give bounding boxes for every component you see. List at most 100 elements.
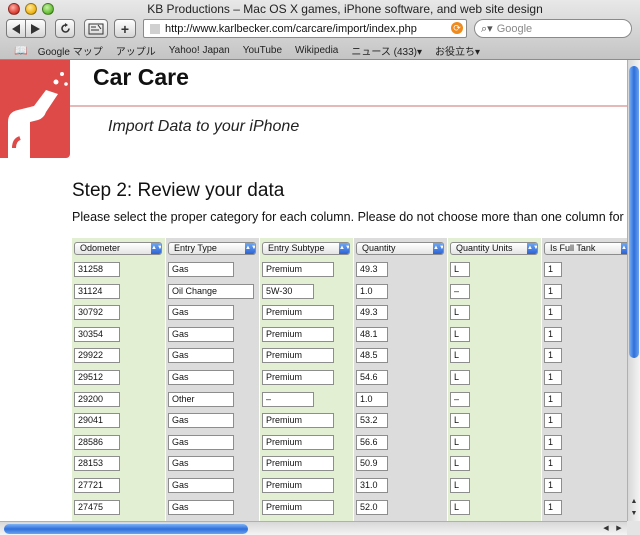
grid-cell-input[interactable]: 1 xyxy=(544,434,562,450)
horizontal-scroll-thumb[interactable] xyxy=(4,524,248,534)
grid-cell-input[interactable]: Gas xyxy=(168,370,234,385)
search-field[interactable]: ⌕▾ Google xyxy=(474,19,632,38)
bookmark-item[interactable]: アップル xyxy=(116,43,156,58)
grid-cell-input[interactable]: 31258 xyxy=(74,262,120,277)
grid-cell-input[interactable]: 1 xyxy=(544,456,562,472)
address-bar[interactable]: http://www.karlbecker.com/carcare/import… xyxy=(143,19,467,38)
bookmark-item[interactable]: Wikipedia xyxy=(295,45,338,56)
grid-cell-input[interactable]: Premium xyxy=(262,478,334,493)
grid-cell-input[interactable]: – xyxy=(262,391,314,407)
grid-cell-input[interactable]: 52.0 xyxy=(356,499,388,515)
scroll-down-button[interactable]: ▼ xyxy=(628,508,640,520)
grid-cell-input[interactable]: Gas xyxy=(168,456,234,472)
grid-cell-input[interactable]: Gas xyxy=(168,262,234,277)
horizontal-scrollbar[interactable]: ◀ ▶ xyxy=(0,521,627,535)
zoom-window-button[interactable] xyxy=(42,3,54,15)
grid-cell-input[interactable]: Gas xyxy=(168,434,234,450)
grid-cell-input[interactable]: L xyxy=(450,370,470,385)
grid-cell-input[interactable]: 29512 xyxy=(74,370,120,385)
grid-cell-input[interactable]: Premium xyxy=(262,348,334,364)
add-bookmark-button[interactable]: + xyxy=(114,19,136,38)
grid-cell-input[interactable]: Premium xyxy=(262,456,334,472)
grid-cell-input[interactable]: – xyxy=(450,391,470,407)
bookmarks-book-icon[interactable]: 📖 xyxy=(14,44,28,57)
grid-cell-input[interactable]: 27721 xyxy=(74,478,120,493)
grid-cell-input[interactable]: Oil Change xyxy=(168,283,254,299)
column-category-select[interactable]: Quantity ▲▼ xyxy=(356,242,444,255)
grid-cell-input[interactable]: 48.1 xyxy=(356,326,388,342)
grid-cell-input[interactable]: L xyxy=(450,499,470,515)
scroll-right-button[interactable]: ▶ xyxy=(613,523,625,535)
column-category-select[interactable]: Quantity Units ▲▼ xyxy=(450,242,538,255)
grid-cell-input[interactable]: 56.6 xyxy=(356,434,388,450)
grid-cell-input[interactable]: Premium xyxy=(262,434,334,450)
grid-cell-input[interactable]: 1 xyxy=(544,499,562,515)
grid-cell-input[interactable]: Premium xyxy=(262,413,334,429)
reload-button[interactable] xyxy=(55,19,75,38)
grid-cell-input[interactable]: 31124 xyxy=(74,283,120,299)
grid-cell-input[interactable]: 27475 xyxy=(74,499,120,515)
grid-cell-input[interactable]: 28153 xyxy=(74,456,120,472)
grid-cell-input[interactable]: 1 xyxy=(544,391,562,407)
bookmark-item[interactable]: YouTube xyxy=(243,45,282,56)
grid-cell-input[interactable]: 30792 xyxy=(74,305,120,321)
scroll-left-button[interactable]: ◀ xyxy=(600,523,612,535)
grid-cell-input[interactable]: 49.3 xyxy=(356,305,388,321)
grid-cell-input[interactable]: Gas xyxy=(168,499,234,515)
grid-cell-input[interactable]: Other xyxy=(168,391,234,407)
grid-cell-input[interactable]: 1 xyxy=(544,326,562,342)
forward-button[interactable] xyxy=(26,19,46,38)
grid-cell-input[interactable]: L xyxy=(450,478,470,493)
close-window-button[interactable] xyxy=(8,3,20,15)
vertical-scroll-thumb[interactable] xyxy=(629,66,639,358)
grid-cell-input[interactable]: 29200 xyxy=(74,391,120,407)
column-category-select[interactable]: Odometer ▲▼ xyxy=(74,242,162,255)
bookmark-item[interactable]: Google マップ xyxy=(38,43,103,58)
grid-cell-input[interactable]: 1 xyxy=(544,413,562,429)
grid-cell-input[interactable]: 29922 xyxy=(74,348,120,364)
column-category-select[interactable]: Is Full Tank▲▼ xyxy=(544,242,627,255)
grid-cell-input[interactable]: 1 xyxy=(544,370,562,385)
grid-cell-input[interactable]: L xyxy=(450,413,470,429)
grid-cell-input[interactable]: 48.5 xyxy=(356,348,388,364)
column-category-select[interactable]: Entry Type ▲▼ xyxy=(168,242,256,255)
resize-corner[interactable] xyxy=(627,521,640,535)
grid-cell-input[interactable]: Gas xyxy=(168,348,234,364)
grid-cell-input[interactable]: L xyxy=(450,348,470,364)
vertical-scrollbar[interactable]: ▲ ▼ xyxy=(627,60,640,521)
grid-cell-input[interactable]: 1 xyxy=(544,478,562,493)
grid-cell-input[interactable]: Premium xyxy=(262,305,334,321)
grid-cell-input[interactable]: Premium xyxy=(262,326,334,342)
grid-cell-input[interactable]: Gas xyxy=(168,305,234,321)
grid-cell-input[interactable]: Gas xyxy=(168,478,234,493)
back-button[interactable] xyxy=(6,19,26,38)
grid-cell-input[interactable]: 1 xyxy=(544,305,562,321)
grid-cell-input[interactable]: L xyxy=(450,326,470,342)
grid-cell-input[interactable]: 28586 xyxy=(74,434,120,450)
grid-cell-input[interactable]: Gas xyxy=(168,413,234,429)
scroll-up-button[interactable]: ▲ xyxy=(628,496,640,508)
column-category-select[interactable]: Entry Subtype ▲▼ xyxy=(262,242,350,255)
grid-cell-input[interactable]: 1 xyxy=(544,283,562,299)
grid-cell-input[interactable]: L xyxy=(450,305,470,321)
bookmark-item[interactable]: Yahoo! Japan xyxy=(169,45,230,56)
grid-cell-input[interactable]: 50.9 xyxy=(356,456,388,472)
snapback-button[interactable] xyxy=(84,19,108,38)
grid-cell-input[interactable]: 49.3 xyxy=(356,262,388,277)
grid-cell-input[interactable]: 1.0 xyxy=(356,391,388,407)
grid-cell-input[interactable]: L xyxy=(450,434,470,450)
grid-cell-input[interactable]: Premium xyxy=(262,262,334,277)
grid-cell-input[interactable]: Gas xyxy=(168,326,234,342)
grid-cell-input[interactable]: Premium xyxy=(262,370,334,385)
grid-cell-input[interactable]: 1.0 xyxy=(356,283,388,299)
grid-cell-input[interactable]: 5W-30 xyxy=(262,283,314,299)
grid-cell-input[interactable]: Premium xyxy=(262,499,334,515)
bookmark-folder[interactable]: ニュース (433)▾ xyxy=(351,43,422,58)
grid-cell-input[interactable]: 30354 xyxy=(74,326,120,342)
grid-cell-input[interactable]: 29041 xyxy=(74,413,120,429)
grid-cell-input[interactable]: L xyxy=(450,456,470,472)
grid-cell-input[interactable]: 54.6 xyxy=(356,370,388,385)
grid-cell-input[interactable]: 1 xyxy=(544,348,562,364)
minimize-window-button[interactable] xyxy=(25,3,37,15)
grid-cell-input[interactable]: 1 xyxy=(544,262,562,277)
